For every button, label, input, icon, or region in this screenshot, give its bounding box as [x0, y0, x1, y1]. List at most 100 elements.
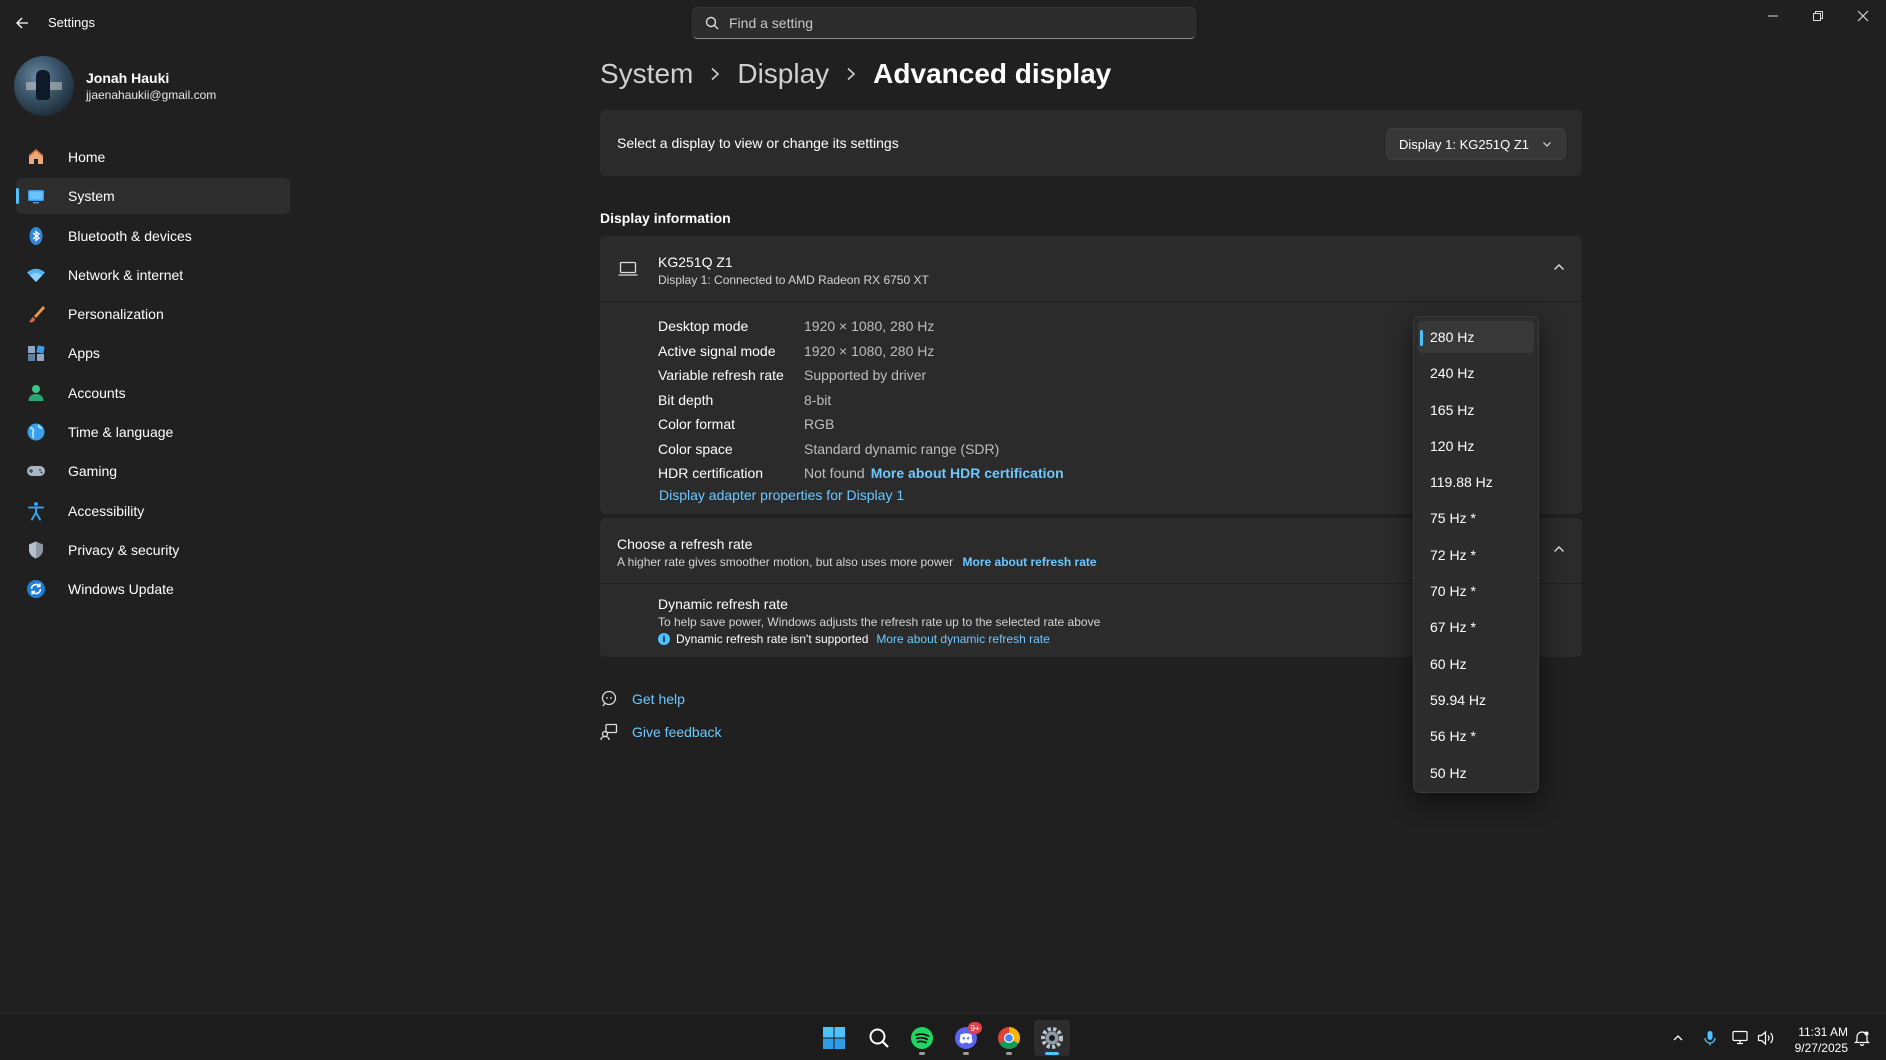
- chevron-up-icon[interactable]: [1552, 542, 1566, 561]
- refresh-rate-option[interactable]: 50 Hz: [1418, 757, 1534, 789]
- notification-badge: 9+: [968, 1022, 982, 1034]
- back-button[interactable]: [10, 12, 34, 34]
- show-hidden-icons-button[interactable]: [1668, 1028, 1688, 1048]
- refresh-rate-option[interactable]: 75 Hz *: [1418, 502, 1534, 534]
- user-name: Jonah Hauki: [86, 70, 170, 86]
- restore-button[interactable]: [1795, 0, 1841, 32]
- info-row: HDR certification Not found More about H…: [658, 461, 1064, 486]
- taskbar: 9+ 11:31 AM 9/27/2025: [0, 1013, 1886, 1060]
- sidebar-item-label: Accessibility: [68, 502, 145, 519]
- dynamic-refresh-title: Dynamic refresh rate: [658, 596, 788, 612]
- chevron-right-icon: [709, 67, 721, 81]
- sidebar-item-privacy[interactable]: Privacy & security: [16, 532, 290, 568]
- discord-app[interactable]: 9+: [948, 1020, 984, 1056]
- info-icon: i: [658, 633, 670, 645]
- info-key: Variable refresh rate: [658, 367, 784, 384]
- home-icon: [26, 147, 46, 167]
- sidebar-item-label: System: [68, 188, 115, 205]
- clock[interactable]: 11:31 AM 9/27/2025: [1784, 1024, 1848, 1056]
- sidebar-item-home[interactable]: Home: [16, 139, 290, 175]
- user-email: jjaenahaukii@gmail.com: [86, 88, 217, 102]
- sidebar-item-windows-update[interactable]: Windows Update: [16, 571, 290, 607]
- chevron-right-icon: [845, 67, 857, 81]
- refresh-rate-option[interactable]: 70 Hz *: [1418, 575, 1534, 607]
- sidebar-item-time-language[interactable]: Time & language: [16, 414, 290, 450]
- taskbar-search-button[interactable]: [861, 1020, 897, 1056]
- get-help-row[interactable]: Get help: [600, 690, 685, 708]
- sidebar-item-label: Accounts: [68, 384, 126, 401]
- sidebar-item-apps[interactable]: Apps: [16, 335, 290, 371]
- sidebar-nav: Home System Bluetooth & devices Network …: [16, 139, 290, 611]
- sidebar-item-gaming[interactable]: Gaming: [16, 453, 290, 489]
- get-help-link[interactable]: Get help: [632, 691, 685, 707]
- sidebar-item-label: Gaming: [68, 463, 118, 480]
- hdr-certification-link[interactable]: More about HDR certification: [871, 465, 1064, 481]
- close-icon: [1857, 10, 1869, 22]
- monitor-name: KG251Q Z1: [658, 254, 733, 270]
- refresh-rate-option[interactable]: 56 Hz *: [1418, 720, 1534, 752]
- spotify-app[interactable]: [904, 1020, 940, 1056]
- settings-app[interactable]: [1034, 1020, 1070, 1056]
- info-value: Standard dynamic range (SDR): [804, 440, 1000, 457]
- system-icon: [26, 186, 46, 206]
- info-value: Not found: [804, 465, 865, 482]
- display-info-header[interactable]: KG251Q Z1 Display 1: Connected to AMD Ra…: [600, 236, 1582, 302]
- info-key: HDR certification: [658, 465, 764, 482]
- adapter-properties-link[interactable]: Display adapter properties for Display 1: [659, 487, 904, 503]
- display-dropdown[interactable]: Display 1: KG251Q Z1: [1385, 128, 1566, 160]
- network-button[interactable]: [1731, 1028, 1751, 1048]
- display-info-table: Desktop mode 1920 × 1080, 280 Hz Active …: [658, 314, 1064, 486]
- dynamic-refresh-description: To help save power, Windows adjusts the …: [658, 615, 1101, 629]
- start-button[interactable]: [816, 1020, 852, 1056]
- dynamic-refresh-link[interactable]: More about dynamic refresh rate: [876, 632, 1049, 646]
- refresh-rate-option[interactable]: 280 Hz: [1418, 321, 1534, 353]
- refresh-rate-option[interactable]: 119.88 Hz: [1418, 466, 1534, 498]
- sidebar-item-network[interactable]: Network & internet: [16, 257, 290, 293]
- refresh-rate-option[interactable]: 165 Hz: [1418, 394, 1534, 426]
- refresh-rate-option[interactable]: 60 Hz: [1418, 648, 1534, 680]
- refresh-rate-option[interactable]: 240 Hz: [1418, 357, 1534, 389]
- chrome-app[interactable]: [991, 1020, 1027, 1056]
- feedback-icon: [600, 723, 620, 741]
- refresh-rate-option[interactable]: 120 Hz: [1418, 430, 1534, 462]
- sidebar-item-personalization[interactable]: Personalization: [16, 296, 290, 332]
- refresh-rate-link[interactable]: More about refresh rate: [963, 555, 1097, 569]
- search-box[interactable]: [692, 7, 1196, 39]
- microphone-icon: [1704, 1031, 1716, 1046]
- give-feedback-row[interactable]: Give feedback: [600, 723, 722, 741]
- chrome-icon: [998, 1027, 1020, 1049]
- dynamic-refresh-status: Dynamic refresh rate isn't supported: [676, 632, 869, 646]
- close-button[interactable]: [1840, 0, 1886, 32]
- volume-button[interactable]: [1756, 1028, 1776, 1048]
- breadcrumb-display[interactable]: Display: [737, 58, 829, 90]
- search-input[interactable]: [729, 15, 1169, 31]
- avatar[interactable]: [14, 56, 74, 116]
- sidebar-item-accessibility[interactable]: Accessibility: [16, 493, 290, 529]
- search-icon: [705, 16, 719, 30]
- notifications-button[interactable]: [1852, 1028, 1872, 1048]
- minimize-button[interactable]: [1750, 0, 1796, 32]
- network-icon: [1732, 1030, 1748, 1045]
- refresh-rate-option[interactable]: 59.94 Hz: [1418, 684, 1534, 716]
- wifi-icon: [26, 265, 46, 285]
- apps-icon: [26, 343, 46, 363]
- sidebar-item-system[interactable]: System: [16, 178, 290, 215]
- info-key: Active signal mode: [658, 342, 776, 359]
- chevron-down-icon: [1543, 142, 1551, 147]
- globe-icon: [26, 422, 46, 442]
- accessibility-icon: [26, 501, 46, 521]
- chevron-up-icon[interactable]: [1552, 260, 1566, 279]
- sidebar-item-accounts[interactable]: Accounts: [16, 375, 290, 411]
- refresh-rate-option[interactable]: 67 Hz *: [1418, 611, 1534, 643]
- monitor-icon: [618, 260, 638, 283]
- display-select-card: Select a display to view or change its s…: [600, 110, 1582, 176]
- breadcrumb-system[interactable]: System: [600, 58, 693, 90]
- shield-icon: [26, 540, 46, 560]
- give-feedback-link[interactable]: Give feedback: [632, 724, 722, 740]
- sidebar-item-label: Privacy & security: [68, 541, 180, 558]
- display-dropdown-value: Display 1: KG251Q Z1: [1398, 136, 1529, 152]
- refresh-rate-option[interactable]: 72 Hz *: [1418, 539, 1534, 571]
- search-icon: [869, 1028, 889, 1048]
- microphone-button[interactable]: [1700, 1028, 1720, 1048]
- sidebar-item-bluetooth[interactable]: Bluetooth & devices: [16, 218, 290, 254]
